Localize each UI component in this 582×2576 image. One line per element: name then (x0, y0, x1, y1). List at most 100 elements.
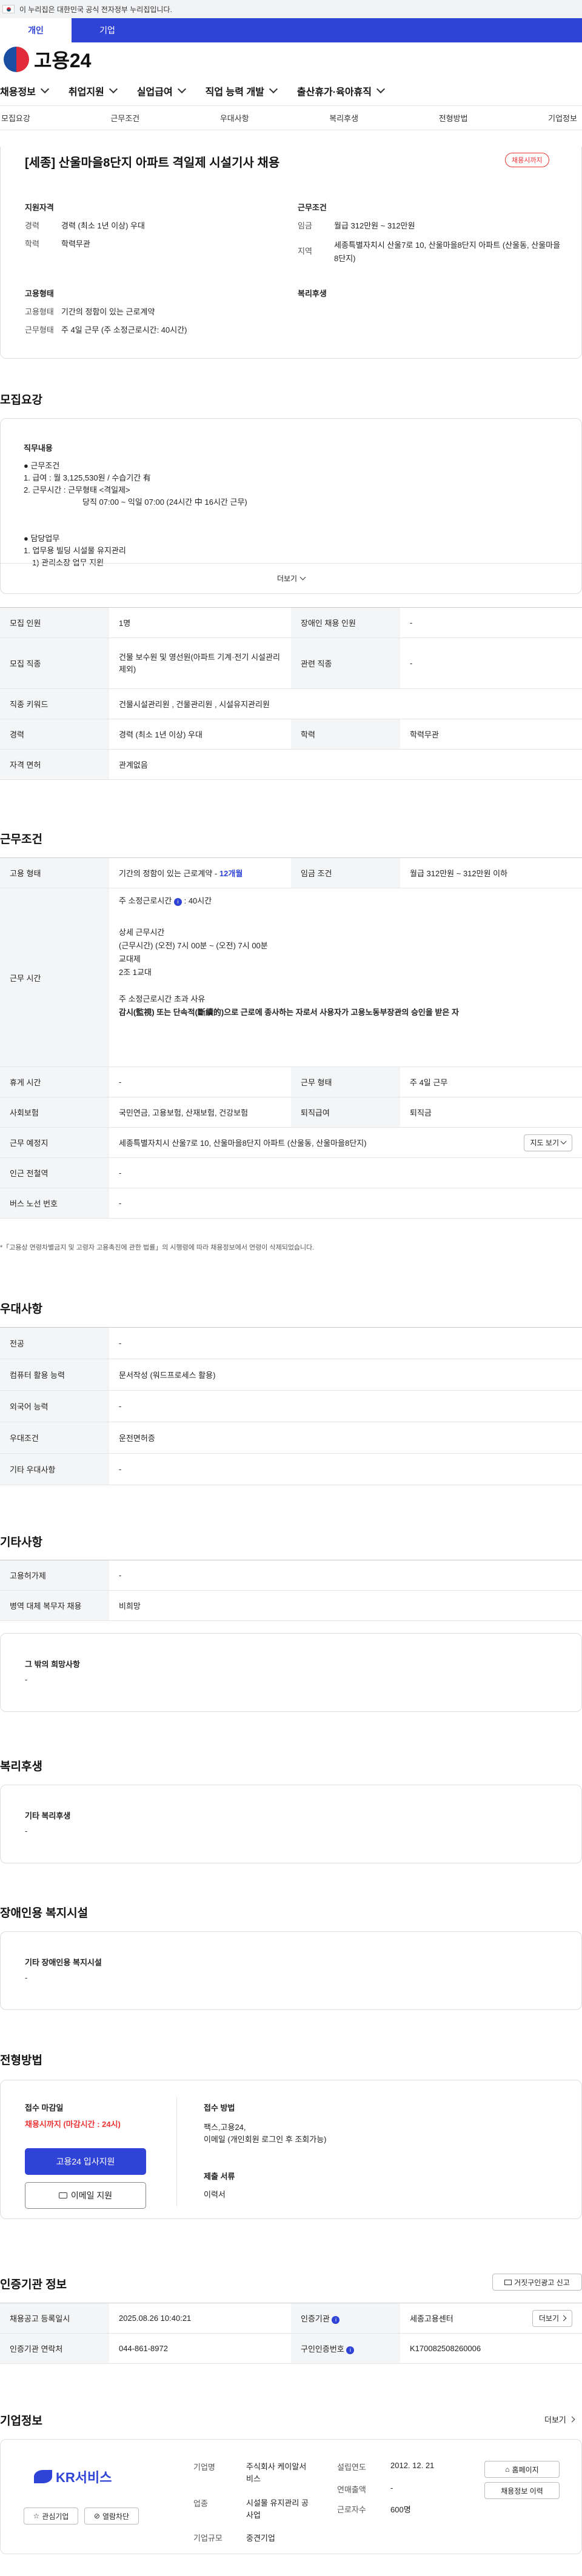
anchor-welfare[interactable]: 복리후생 (329, 112, 358, 124)
deadline-badge: 채용시까지 (505, 153, 549, 167)
disability-box-value: - (25, 1973, 28, 1982)
company-name-label: 기업명 (193, 2463, 215, 2472)
row-label: 우대조건 (0, 1422, 109, 1454)
anchor-company[interactable]: 기업정보 (548, 112, 577, 124)
weekly-hours-value: 40시간 (188, 896, 212, 905)
revenue-label: 연매출액 (337, 2485, 366, 2494)
apply-button[interactable]: 고용24 입사지원 (25, 2148, 146, 2175)
disability-section-title: 장애인용 복지시설 (0, 1907, 89, 1920)
employment-type-title: 고용형태 (25, 289, 54, 298)
site-logo[interactable]: 고용24 (0, 42, 582, 76)
welfare-box-value: - (25, 1826, 28, 1835)
table-row: 전공 - (0, 1327, 582, 1359)
preferences-section-title: 우대사항 (0, 1303, 42, 1316)
user-type-tabs: 개인 기업 (0, 18, 582, 42)
company-more-link[interactable]: 더보기 (544, 2414, 575, 2425)
gnb-item-vocational-training[interactable]: 직업 능력 개발 (206, 84, 276, 98)
recruit-table: 모집 인원 1명 장애인 채용 인원 - 모집 직종 건물 보수원 및 영선원(… (0, 607, 582, 780)
disability-card: 기타 장애인용 복지시설 - (0, 1931, 582, 2010)
report-label: 거짓구인광고 신고 (514, 2278, 570, 2287)
block-company-button[interactable]: ⊘ 열람차단 (84, 2508, 139, 2524)
favorite-company-button[interactable]: ☆ 관심기업 (24, 2508, 78, 2524)
conditions-title: 근무조건 (298, 203, 327, 212)
row-label: 직종 키워드 (0, 688, 109, 719)
anchor-recruit[interactable]: 모집요강 (1, 112, 30, 124)
duty-line: ● 근무조건 (24, 461, 60, 470)
method-label: 접수 방법 (204, 2103, 235, 2112)
tab-company[interactable]: 기업 (72, 18, 143, 42)
duty-line: 당직 07:00 ~ 익일 07:00 (24시간 中 16시간 근무) (82, 498, 247, 507)
row-label: 병역 대체 복무자 채용 (0, 1590, 109, 1621)
anchor-conditions[interactable]: 근무조건 (110, 112, 139, 124)
tab-personal[interactable]: 개인 (0, 18, 72, 42)
deadline-value: 채용시까지 (마감시간 : 24시) (25, 2120, 121, 2129)
row-value: - (109, 1067, 291, 1097)
area-label: 지역 (298, 247, 312, 256)
main-navigation: 채용정보 취업지원 실업급여 직업 능력 개발 출산휴가·육아휴직 (0, 76, 582, 106)
chevron-down-icon (299, 574, 306, 581)
false-ad-report-button[interactable]: 거짓구인광고 신고 (492, 2274, 582, 2291)
row-value: K170082508260006 (400, 2333, 582, 2364)
row-label: 전공 (0, 1327, 109, 1359)
duty-more-button[interactable]: 더보기 (1, 563, 581, 593)
preferences-table: 전공 - 컴퓨터 활용 능력 문서작성 (워드프로세스 활용) 외국어 능력 - 우대… (0, 1327, 582, 1485)
gnb-item-employment-support[interactable]: 취업지원 (69, 84, 116, 98)
korea-flag-icon (2, 5, 15, 13)
company-logo-icon (34, 2470, 52, 2483)
table-row: 사회보험 국민연금, 고용보험, 산재보험, 건강보험 퇴직급여 퇴직금 (0, 1097, 582, 1128)
gov-banner: 이 누리집은 대한민국 공식 전자정부 누리집입니다. (0, 0, 582, 18)
gnb-item-unemployment-benefit[interactable]: 실업급여 (137, 84, 185, 98)
employment-type-label: 고용형태 (25, 307, 54, 316)
process-card: 접수 마감일 채용시까지 (마감시간 : 24시) 고용24 입사지원 이메일 … (0, 2080, 582, 2219)
anchor-preferences[interactable]: 우대사항 (220, 112, 249, 124)
email-apply-button[interactable]: 이메일 지원 (25, 2182, 146, 2209)
method-line: 이메일 (개인회원 로그인 후 조회가능) (204, 2135, 327, 2144)
table-row: 우대조건 운전면허증 (0, 1422, 582, 1454)
table-row: 직종 키워드 건물시설관리원 , 건물관리원 , 시설유지관리원 (0, 688, 582, 719)
duty-line: ● 담당업무 (24, 534, 60, 543)
row-value: 건물시설관리원 , 건물관리원 , 시설유지관리원 (109, 688, 582, 719)
table-row: 휴게 시간 - 근무 형태 주 4일 근무 (0, 1067, 582, 1097)
block-icon: ⊘ (93, 2512, 100, 2520)
row-value: - (109, 1453, 582, 1485)
anchor-process[interactable]: 전형방법 (439, 112, 468, 124)
row-value: - (109, 1327, 582, 1359)
table-row: 모집 직종 건물 보수원 및 영선원(아파트 기계·전기 시설관리 제외) 관련… (0, 637, 582, 689)
duty-line: 1. 급여 : 월 3,125,530원 / 수습기간 有 (24, 473, 151, 482)
row-value: 학력무관 (400, 719, 582, 750)
founded-label: 설립연도 (337, 2463, 366, 2472)
row-value: 월급 312만원 ~ 312만원 이하 (400, 857, 582, 888)
row-label: 외국어 능력 (0, 1390, 109, 1422)
gnb-item-parental-leave[interactable]: 출산휴가·육아휴직 (297, 84, 384, 98)
table-row: 고용 형태 기간의 정함이 있는 근로계약 - 12개월 임금 조건 월급 31… (0, 857, 582, 888)
map-button-label: 지도 보기 (530, 1139, 560, 1147)
contract-period-link[interactable]: 12개월 (219, 869, 242, 878)
info-icon[interactable]: i (173, 898, 182, 906)
job-history-button[interactable]: 채용정보 이력 (484, 2482, 560, 2499)
homepage-button[interactable]: ⌂ 홈페이지 (484, 2461, 560, 2478)
table-row: 외국어 능력 - (0, 1390, 582, 1422)
table-row: 근무 예정지 세종특별자치시 산울7로 10, 산울마을8단지 아파트 (산울동… (0, 1127, 582, 1158)
row-label: 퇴직급여 (291, 1097, 400, 1128)
row-label: 사회보험 (0, 1097, 109, 1128)
gnb-item-jobs[interactable]: 채용정보 (0, 84, 48, 98)
row-value: 건물 보수원 및 영선원(아파트 기계·전기 시설관리 제외) (109, 637, 291, 689)
row-label: 휴게 시간 (0, 1067, 109, 1097)
row-value: - (109, 1157, 582, 1188)
qualification-title: 지원자격 (25, 203, 54, 212)
info-icon[interactable]: i (346, 2346, 355, 2354)
etc-wish-value: - (25, 1675, 28, 1684)
founded-value: 2012. 12. 21 (390, 2461, 435, 2470)
detail-hours-label: 상세 근무시간 (119, 928, 165, 937)
method-line: 팩스,고용24, (204, 2123, 246, 2132)
detail-hours-value: (근무시간) (오전) 7시 00분 ~ (오전) 7시 00분 (119, 941, 268, 950)
row-value: 비희망 (109, 1590, 582, 1621)
row-value: 044-861-8972 (109, 2333, 291, 2364)
chevron-down-icon (560, 1138, 567, 1145)
org-more-button[interactable]: 더보기 (532, 2309, 572, 2327)
row-label: 고용 형태 (0, 857, 109, 888)
map-button[interactable]: 지도 보기 (523, 1134, 572, 1151)
info-icon[interactable]: i (332, 2316, 340, 2324)
revenue-value: - (390, 2483, 393, 2492)
conditions-section-title: 근무조건 (0, 833, 42, 846)
